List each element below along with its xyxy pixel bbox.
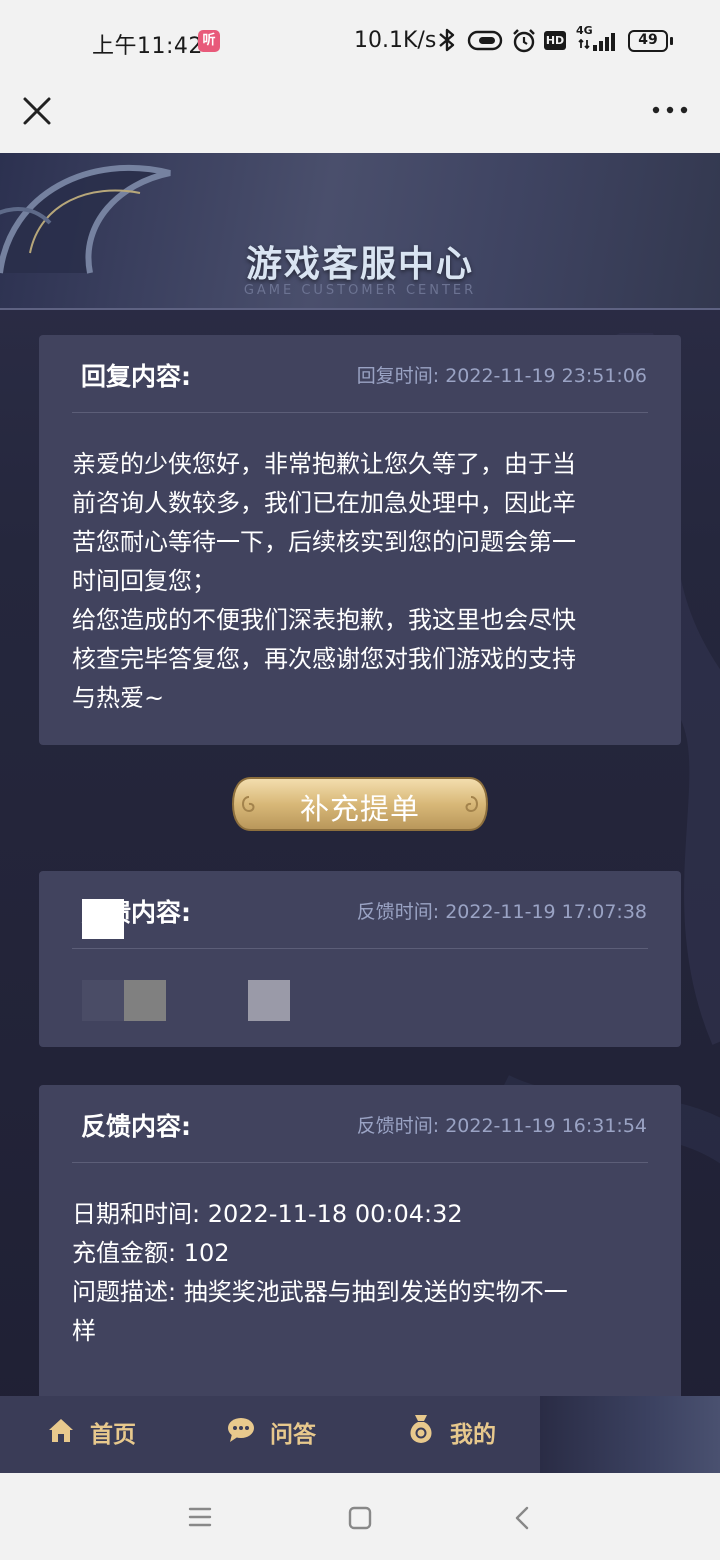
tab-qa[interactable]: 问答 [220,1396,360,1473]
main-content: 游戏客服中心 GAME CUSTOMER CENTER 回复内容: 回复时间: … [0,153,720,1473]
reply-time: 回复时间: 2022-11-19 23:51:06 [356,365,647,387]
tab-home-label: 首页 [90,1422,136,1448]
supplement-ticket-button[interactable]: 补充提单 [229,775,491,833]
reply-label: 回复内容: [81,362,191,391]
reply-content: 亲爱的少侠您好，非常抱歉让您久等了，由于当 前咨询人数较多，我们已在加急处理中，… [72,450,576,712]
tab-qa-label: 问答 [270,1422,316,1448]
feedback-content: 日期和时间: 2022-11-18 00:04:32 充值金额: 102 问题描… [72,1200,568,1345]
tab-home[interactable]: 首页 [40,1396,180,1473]
system-navigation-bar [0,1473,720,1560]
battery-icon: 49 [628,30,673,52]
back-nav-icon[interactable] [512,1505,532,1531]
redaction-block [82,980,124,1021]
page-subtitle: GAME CUSTOMER CENTER [243,283,477,298]
tab-mine[interactable]: 我的 [400,1396,540,1473]
redaction-block [82,899,124,939]
feedback-time: 反馈时间: 2022-11-19 16:31:54 [356,1115,647,1137]
status-time: 上午11:42 [92,34,203,59]
page-title: 游戏客服中心 [245,244,474,285]
app-notification-icon: 听 [198,30,220,52]
bottom-tab-bar: 首页 问答 我的 [0,1396,720,1473]
home-icon [49,1419,73,1442]
tabbar-decoration [540,1396,720,1473]
status-bar: 上午11:42 听 10.1K/s HD 4G 49 [0,0,720,80]
hd-icon: HD [544,31,566,50]
network-speed: 10.1K/s [354,28,437,53]
more-options-icon[interactable] [650,100,690,120]
top-nav-bar [0,80,720,153]
alarm-icon [513,29,535,53]
signal-icon [578,33,615,51]
supplement-button-label: 补充提单 [299,792,420,826]
close-icon[interactable] [20,94,54,128]
bluetooth-icon [439,28,455,52]
divider [72,948,648,949]
feedback-label: 反馈内容: [81,1112,191,1141]
toggle-icon [467,30,503,51]
divider [72,1162,648,1163]
feedback-card: 反馈内容: 反馈时间: 2022-11-19 17:07:38 [39,871,681,1047]
reply-card: 回复内容: 回复时间: 2022-11-19 23:51:06 亲爱的少侠您好，… [39,335,681,745]
feedback-time: 反馈时间: 2022-11-19 17:07:38 [356,901,647,923]
tab-mine-label: 我的 [450,1422,496,1448]
money-bag-icon [410,1415,432,1443]
hero-banner: 游戏客服中心 GAME CUSTOMER CENTER [0,153,720,310]
home-nav-icon[interactable] [348,1506,372,1530]
recent-apps-icon[interactable] [188,1507,212,1527]
feedback-card: 反馈内容: 反馈时间: 2022-11-19 16:31:54 日期和时间: 2… [39,1085,681,1405]
redaction-block [124,980,166,1021]
chat-icon [228,1418,254,1442]
divider [72,412,648,413]
redaction-block [248,980,290,1021]
